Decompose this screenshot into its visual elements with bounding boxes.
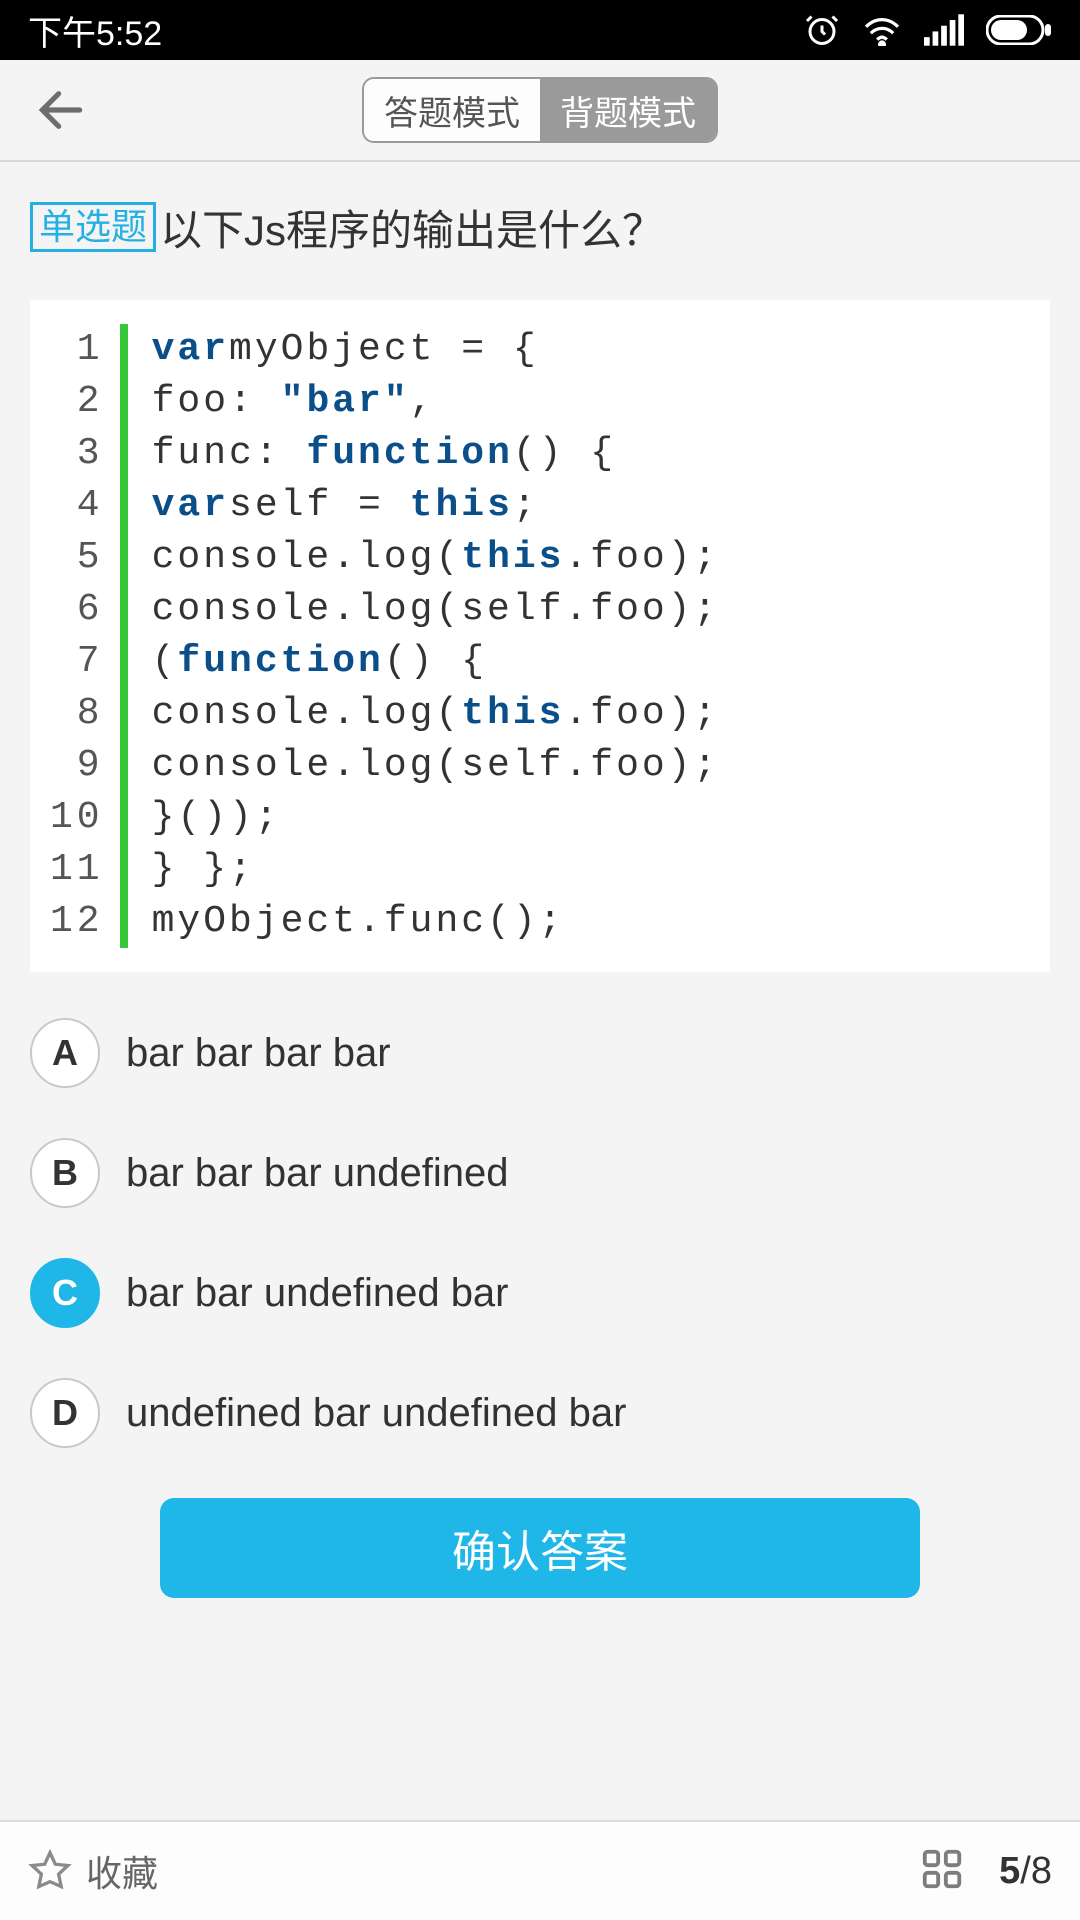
question-grid-button[interactable]	[919, 1846, 965, 1897]
star-icon	[28, 1849, 72, 1893]
option-letter: C	[30, 1258, 100, 1328]
tab-answer-mode[interactable]: 答题模式	[364, 79, 540, 141]
option-text: bar bar bar bar	[126, 1031, 391, 1076]
wifi-icon	[862, 14, 902, 46]
option-letter: D	[30, 1378, 100, 1448]
signal-icon	[924, 14, 964, 46]
app-header: 答题模式 背题模式	[0, 60, 1080, 160]
question-text: 以下Js程序的输出是什么？	[160, 202, 664, 260]
bottom-bar: 收藏 5/8	[0, 1820, 1080, 1920]
tab-recite-mode[interactable]: 背题模式	[540, 79, 716, 141]
question-type-badge: 单选题	[30, 202, 156, 252]
code-lines: varmyObject = {foo: "bar",func: function…	[152, 324, 720, 948]
option-text: bar bar bar undefined	[126, 1151, 509, 1196]
option-b[interactable]: B bar bar bar undefined	[30, 1138, 1050, 1208]
code-gutter-bar	[120, 324, 128, 948]
code-line-numbers: 123456789101112	[50, 324, 120, 948]
confirm-answer-button[interactable]: 确认答案	[160, 1498, 920, 1598]
battery-icon	[986, 15, 1052, 45]
mode-segmented: 答题模式 背题模式	[362, 77, 718, 143]
content: 单选题以下Js程序的输出是什么？ 123456789101112 varmyOb…	[0, 162, 1080, 1628]
option-letter: A	[30, 1018, 100, 1088]
option-d[interactable]: D undefined bar undefined bar	[30, 1378, 1050, 1448]
code-panel: 123456789101112 varmyObject = {foo: "bar…	[30, 300, 1050, 972]
options-list: A bar bar bar bar B bar bar bar undefine…	[30, 1018, 1050, 1448]
back-button[interactable]	[26, 75, 96, 145]
arrow-left-icon	[33, 82, 89, 138]
favorite-label: 收藏	[86, 1845, 158, 1897]
status-bar: 下午5:52	[0, 0, 1080, 60]
status-icons	[804, 12, 1052, 48]
question-title: 单选题以下Js程序的输出是什么？	[30, 202, 1050, 260]
total-pages: 8	[1031, 1850, 1052, 1892]
page-indicator: 5/8	[999, 1850, 1052, 1893]
option-a[interactable]: A bar bar bar bar	[30, 1018, 1050, 1088]
option-c[interactable]: C bar bar undefined bar	[30, 1258, 1050, 1328]
favorite-button[interactable]: 收藏	[28, 1845, 158, 1897]
grid-icon	[919, 1846, 965, 1892]
option-text: bar bar undefined bar	[126, 1271, 509, 1316]
alarm-icon	[804, 12, 840, 48]
option-letter: B	[30, 1138, 100, 1208]
status-time: 下午5:52	[28, 6, 162, 55]
option-text: undefined bar undefined bar	[126, 1391, 626, 1436]
current-page: 5	[999, 1850, 1020, 1892]
